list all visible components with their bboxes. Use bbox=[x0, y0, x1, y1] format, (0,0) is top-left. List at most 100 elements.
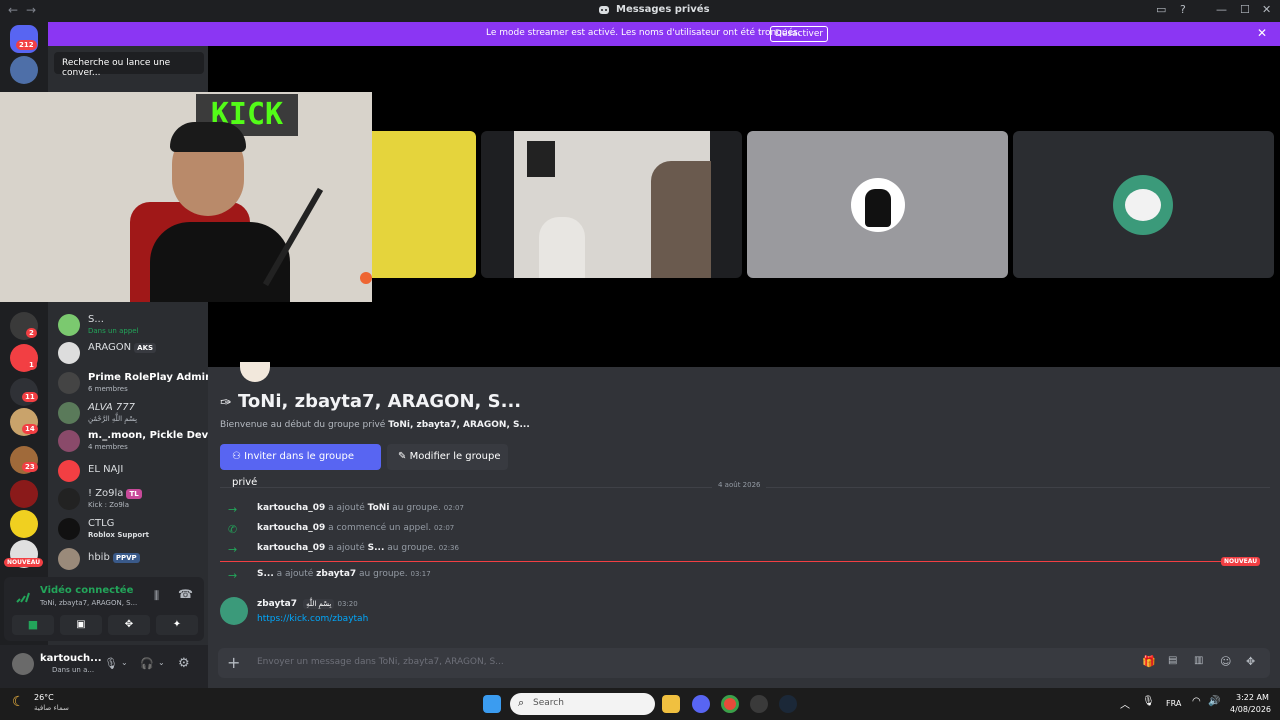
apps-icon[interactable]: ✥ bbox=[1246, 655, 1255, 668]
video-tile[interactable] bbox=[372, 131, 476, 278]
close-icon[interactable]: ✕ bbox=[1257, 26, 1267, 40]
volume-icon[interactable]: 🔊 bbox=[1208, 696, 1220, 707]
start-icon[interactable] bbox=[483, 695, 501, 713]
chevron-up-icon[interactable]: ︿ bbox=[1120, 696, 1130, 711]
add-user-icon: ⚇ bbox=[232, 451, 241, 462]
dm-item[interactable]: ARAGON AKS bbox=[58, 340, 206, 366]
message-header: zbayta7 بِسْمِ اللَّهِ 03:20 bbox=[257, 599, 358, 609]
arrow-right-icon: → bbox=[228, 569, 238, 582]
dm-name: hbib PPVP bbox=[88, 552, 140, 563]
dm-item[interactable]: S... Dans un appel bbox=[58, 312, 206, 338]
clan-tag: AKS bbox=[134, 343, 157, 353]
avatar bbox=[58, 314, 80, 336]
forward-icon[interactable]: → bbox=[26, 3, 36, 17]
app-icon[interactable] bbox=[750, 695, 768, 713]
video-tile[interactable] bbox=[747, 131, 1008, 278]
title-bar: ← → Messages privés ▭ ? — ☐ ✕ bbox=[0, 0, 1280, 22]
unread-badge: 1 bbox=[26, 360, 37, 370]
dm-name: ALVA 777 bbox=[88, 402, 135, 413]
chevron-down-icon[interactable]: ⌄ bbox=[121, 658, 128, 667]
invite-button[interactable]: ⚇ Inviter dans le groupe privé bbox=[220, 444, 381, 488]
group-avatar bbox=[58, 430, 80, 452]
pencil-icon: ✎ bbox=[398, 451, 407, 462]
emoji-icon[interactable]: ☺ bbox=[1220, 655, 1231, 668]
avatar[interactable] bbox=[220, 597, 248, 625]
avatar bbox=[58, 488, 80, 510]
sticker-icon[interactable]: ▥ bbox=[1194, 655, 1203, 666]
dm-item[interactable]: hbib PPVP bbox=[58, 546, 206, 572]
gift-icon[interactable]: 🎁 bbox=[1142, 655, 1156, 668]
person-hair bbox=[170, 122, 246, 152]
light bbox=[360, 272, 372, 284]
edit-group-button[interactable]: ✎ Modifier le groupe bbox=[387, 444, 508, 470]
activities-button[interactable]: ✥ bbox=[108, 615, 150, 635]
close-window-icon[interactable]: ✕ bbox=[1262, 3, 1271, 16]
user-status: Dans un a... bbox=[52, 666, 95, 674]
dm-item[interactable]: ALVA 777 بِسْمِ اللَّهِ الرَّحْمَٰنِ bbox=[58, 400, 206, 426]
dm-item[interactable]: ! Zo9la TL Kick : Zo9la bbox=[58, 486, 206, 512]
avatar bbox=[58, 402, 80, 424]
steam-icon[interactable] bbox=[779, 695, 797, 713]
shirt-shape bbox=[527, 141, 555, 177]
maximize-icon[interactable]: ☐ bbox=[1240, 3, 1250, 16]
inbox-icon[interactable]: ▭ bbox=[1156, 3, 1166, 16]
video-tile[interactable] bbox=[1013, 131, 1274, 278]
noise-suppression-icon[interactable]: ⫼ bbox=[154, 589, 159, 603]
camera-button[interactable]: ■ bbox=[12, 615, 54, 635]
server-icon[interactable] bbox=[10, 56, 38, 84]
search-input[interactable]: Recherche ou lance une conver... bbox=[54, 52, 204, 78]
wifi-icon[interactable]: ◠ bbox=[1192, 696, 1201, 707]
new-messages-badge: NOUVEAU bbox=[1221, 557, 1261, 566]
gif-icon[interactable]: ▤ bbox=[1168, 655, 1177, 666]
dm-status: Roblox Support bbox=[88, 531, 150, 539]
message-link[interactable]: https://kick.com/zbaytah bbox=[257, 614, 368, 624]
taskbar: ☾ 26°C سماء صافية ⌕ Search ︿ 🎙 FRA ◠ 🔊 3… bbox=[0, 688, 1280, 720]
message-input[interactable]: Envoyer un message dans ToNi, zbayta7, A… bbox=[257, 657, 504, 667]
person-body bbox=[150, 222, 290, 302]
disconnect-icon[interactable]: ☎ bbox=[178, 587, 193, 601]
video-tile[interactable] bbox=[481, 131, 742, 278]
discord-icon[interactable] bbox=[692, 695, 710, 713]
weather-temp[interactable]: 26°C bbox=[34, 693, 54, 702]
new-badge: NOUVEAU bbox=[4, 558, 44, 567]
window-title: Messages privés bbox=[616, 4, 710, 15]
microphone-icon[interactable]: 🎙 bbox=[104, 657, 118, 670]
arrow-right-icon: → bbox=[228, 543, 238, 556]
dm-name: m._.moon, Pickle Devil... bbox=[88, 430, 227, 441]
add-attachment-icon[interactable]: + bbox=[227, 653, 240, 672]
dm-item[interactable]: CTLG Roblox Support bbox=[58, 516, 206, 542]
file-explorer-icon[interactable] bbox=[662, 695, 680, 713]
help-icon[interactable]: ? bbox=[1180, 3, 1186, 16]
screen-share-button[interactable]: ▣ bbox=[60, 615, 102, 635]
dm-item[interactable]: m._.moon, Pickle Devil... 4 membres bbox=[58, 428, 226, 454]
voice-channel: ToNi, zbayta7, ARAGON, S... bbox=[40, 599, 138, 607]
chrome-icon[interactable] bbox=[721, 695, 739, 713]
moon-icon: ☾ bbox=[12, 694, 25, 710]
minimize-icon[interactable]: — bbox=[1216, 3, 1227, 16]
taskbar-search[interactable]: ⌕ Search bbox=[510, 693, 655, 715]
language-indicator[interactable]: FRA bbox=[1166, 699, 1181, 708]
dm-name: S... bbox=[88, 314, 104, 325]
disable-streamer-button[interactable]: Désactiver bbox=[770, 26, 828, 42]
person-shape bbox=[539, 217, 585, 278]
server-icon[interactable] bbox=[10, 510, 38, 538]
avatar-face bbox=[1125, 189, 1161, 221]
back-icon[interactable]: ← bbox=[8, 3, 18, 17]
home-badge: 212 bbox=[16, 40, 37, 50]
settings-gear-icon[interactable]: ⚙ bbox=[178, 656, 190, 671]
microphone-icon[interactable]: 🎙 bbox=[1142, 696, 1155, 707]
chevron-down-icon[interactable]: ⌄ bbox=[158, 658, 165, 667]
avatar[interactable] bbox=[12, 653, 34, 675]
search-icon: ⌕ bbox=[518, 696, 525, 709]
dm-item[interactable]: EL NAJI bbox=[58, 458, 206, 484]
soundboard-button[interactable]: ✦ bbox=[156, 615, 198, 635]
clock-time[interactable]: 3:22 AM bbox=[1236, 693, 1269, 702]
headphones-icon[interactable]: 🎧 bbox=[140, 657, 154, 670]
server-icon[interactable] bbox=[10, 480, 38, 508]
dm-members: 4 membres bbox=[88, 443, 128, 451]
phone-icon: ✆ bbox=[228, 523, 238, 536]
clan-tag: PPVP bbox=[112, 553, 140, 563]
weather-desc: سماء صافية bbox=[34, 704, 69, 712]
dm-item[interactable]: Prime RolePlay Admin... 6 membres bbox=[58, 370, 224, 396]
voice-status[interactable]: Vidéo connectée bbox=[40, 585, 133, 596]
